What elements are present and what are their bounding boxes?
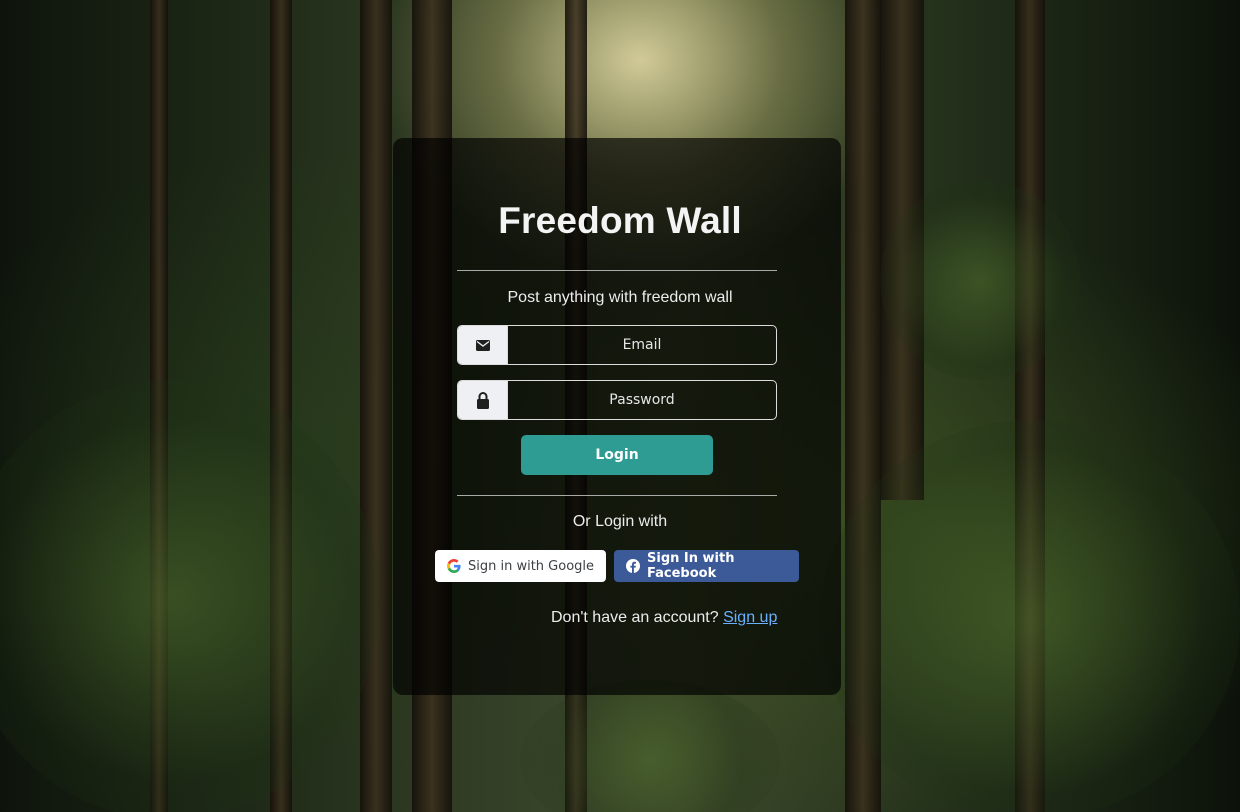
envelope-icon (458, 326, 508, 364)
google-logo-icon (447, 559, 461, 573)
email-input[interactable] (508, 326, 776, 364)
password-field (457, 380, 777, 420)
or-login-with-label: Or Login with (572, 513, 668, 530)
or-divider (457, 495, 777, 496)
signup-link[interactable]: Sign up (723, 609, 777, 626)
foliage (520, 680, 780, 812)
tagline: Post anything with freedom wall (507, 289, 733, 306)
facebook-logo-icon (626, 559, 640, 573)
facebook-signin-label: Sign In with Facebook (647, 551, 735, 581)
tree-trunk (360, 0, 392, 812)
password-input[interactable] (508, 381, 776, 419)
email-field (457, 325, 777, 365)
title-divider (457, 270, 777, 271)
login-button[interactable]: Login (521, 435, 713, 475)
lock-icon (458, 381, 508, 419)
signup-prompt: Don't have an account? (551, 609, 719, 626)
google-signin-button[interactable]: Sign in with Google (435, 550, 606, 582)
foliage (820, 420, 1240, 812)
google-signin-label: Sign in with Google (468, 558, 595, 574)
facebook-signin-button[interactable]: Sign In with Facebook (614, 550, 799, 582)
page-title: Freedom Wall (498, 200, 742, 241)
foliage (0, 380, 380, 812)
signup-prompt-line: Don't have an account? Sign up (551, 609, 777, 627)
